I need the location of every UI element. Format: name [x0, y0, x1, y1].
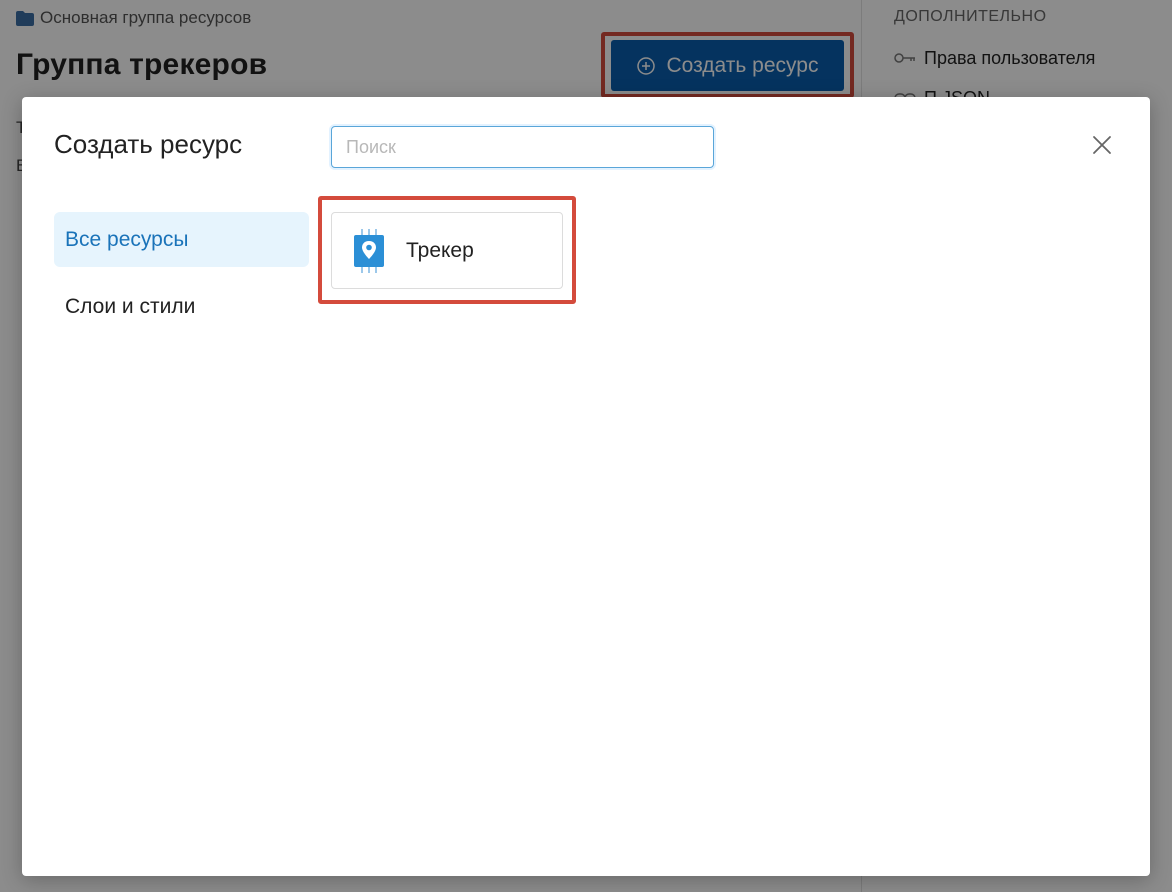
category-label: Все ресурсы	[65, 227, 189, 251]
category-label: Слои и стили	[65, 294, 196, 318]
create-resource-modal: Создать ресурс Все ресурсы Слои и стили	[22, 97, 1150, 876]
category-list: Все ресурсы Слои и стили	[54, 212, 309, 346]
close-icon	[1092, 135, 1112, 160]
category-layers-styles[interactable]: Слои и стили	[54, 279, 309, 334]
resource-tile-label: Трекер	[406, 238, 474, 262]
tracker-icon	[354, 228, 384, 273]
close-button[interactable]	[1088, 133, 1116, 161]
resource-tile-tracker[interactable]: Трекер	[331, 212, 563, 289]
category-all-resources[interactable]: Все ресурсы	[54, 212, 309, 267]
search-input[interactable]	[331, 126, 714, 168]
modal-title: Создать ресурс	[54, 129, 243, 159]
